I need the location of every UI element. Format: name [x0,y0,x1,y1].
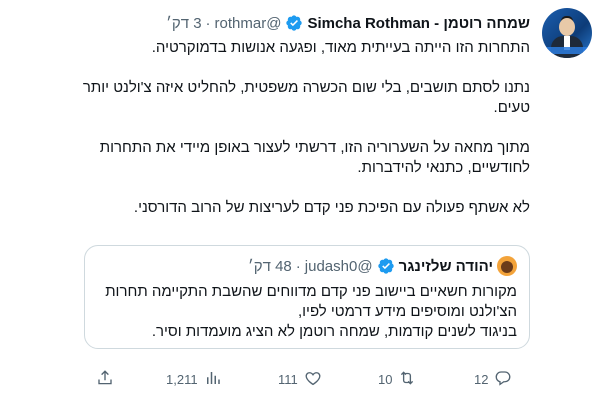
tweet-timestamp[interactable]: 3 דק׳ [166,15,201,32]
avatar-logo-strip [542,47,592,54]
like-count: 111 [278,371,298,387]
quoted-line: בניגוד לשנים קודמות, שמחה רוטמן לא הציג … [151,323,517,340]
views-count: 1,211 [166,371,198,387]
tweet-text: התחרות הזו הייתה בעייתית מאוד, ופגעה אנו… [60,38,530,238]
avatar-head [559,18,575,36]
like-button[interactable]: 111 [278,364,322,394]
tweet-paragraph: התחרות הזו הייתה בעייתית מאוד, ופגעה אנו… [151,39,530,56]
quoted-tweet-text: מקורות חשאיים ביישוב פני קדם מדווחים שהש… [95,282,517,342]
quoted-author-display-name: יהודה שלזינגר [398,257,493,275]
retweet-count: 10 [378,371,393,387]
tweet-paragraph: לא אשתף פעולה עם הפיכת פני קדם לעריצות ש… [133,199,530,216]
tweet-paragraph: נתנו לסתם תושבים, בלי שום הכשרה משפטית, … [82,79,530,116]
share-button[interactable] [96,364,114,394]
views-chart-icon [204,369,222,390]
retweet-button[interactable]: 10 [378,364,416,394]
tweet-header: שמחה רוטמן - Simcha Rothman @rothmar · 3… [166,14,530,32]
quoted-header-separator: · [295,257,301,275]
quoted-tweet-timestamp: 48 דק׳ [247,257,292,275]
quoted-tweet-header: יהודה שלזינגר @judash0 · 48 דק׳ [248,256,517,276]
heart-icon [304,369,322,390]
retweet-icon [398,369,416,390]
header-separator: · [205,14,211,32]
quoted-line: מקורות חשאיים ביישוב פני קדם מדווחים שהש… [105,283,517,300]
quoted-author-handle: @judash0 [304,257,373,275]
reply-icon [494,369,512,390]
quoted-author-avatar [497,256,517,276]
tweet-paragraph: מתוך מחאה על השערוריה הזו, דרשתי לעצור ב… [99,139,530,176]
tweet[interactable]: שמחה רוטמן - Simcha Rothman @rothmar · 3… [0,0,602,409]
quoted-tweet[interactable]: יהודה שלזינגר @judash0 · 48 דק׳ מקורות ח… [84,245,530,349]
author-avatar[interactable] [542,8,592,58]
quoted-line: הצ'ולנט ומוסיפים מידע דרמטי לפיו, [297,303,517,320]
tweet-action-bar: 12 10 111 1,211 [0,364,602,394]
author-display-name[interactable]: שמחה רוטמן - Simcha Rothman [307,15,530,32]
share-icon [96,369,114,390]
views-button[interactable]: 1,211 [166,364,222,394]
verified-badge-icon [377,257,395,275]
verified-badge-icon [285,14,303,32]
author-handle[interactable]: @rothmar [215,15,282,32]
reply-button[interactable]: 12 [474,364,512,394]
reply-count: 12 [474,371,489,387]
